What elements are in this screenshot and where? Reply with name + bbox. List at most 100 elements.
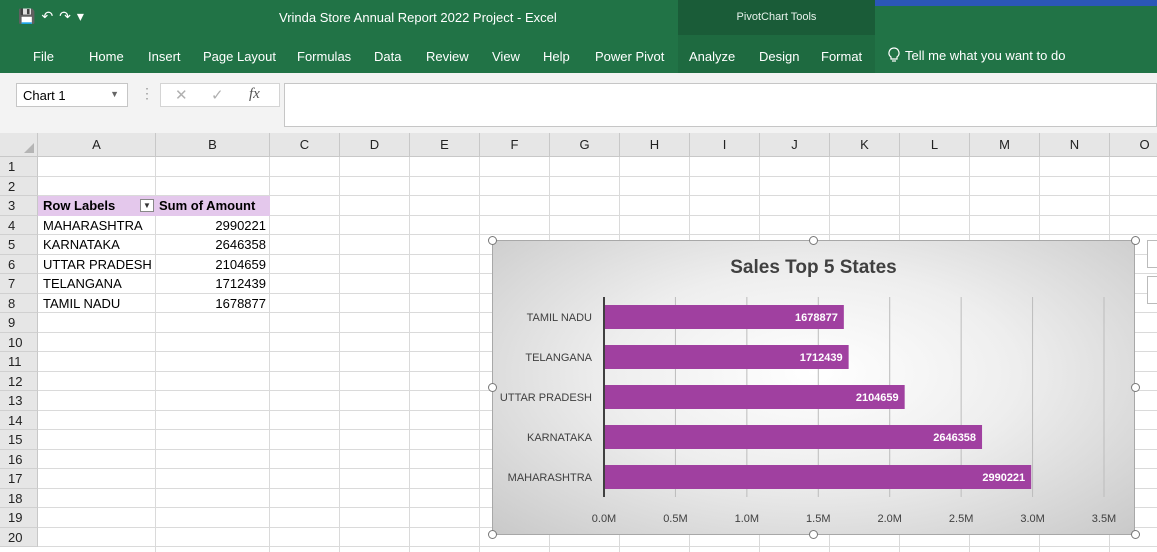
column-header-a[interactable]: A: [38, 133, 156, 157]
y-category-label: MAHARASHTRA: [508, 472, 593, 484]
ribbon-tabs: File Home Insert Page Layout Formulas Da…: [0, 35, 1157, 73]
resize-handle-top[interactable]: [809, 236, 818, 245]
lightbulb-icon: [888, 47, 900, 62]
tab-data[interactable]: Data: [374, 49, 401, 64]
customize-qat-icon[interactable]: ▾: [77, 8, 90, 24]
column-header-o[interactable]: O: [1110, 133, 1157, 157]
chevron-down-icon[interactable]: ▼: [110, 89, 119, 99]
enter-icon[interactable]: ✓: [211, 86, 224, 104]
resize-handle-bottom[interactable]: [809, 530, 818, 539]
pivot-sum-header[interactable]: Sum of Amount: [159, 196, 255, 215]
tell-me-box[interactable]: Tell me what you want to do: [888, 47, 1065, 63]
row-gridline: [38, 546, 1157, 547]
resize-handle-top-right[interactable]: [1131, 236, 1140, 245]
column-header-j[interactable]: J: [760, 133, 830, 157]
formula-input[interactable]: [284, 83, 1157, 127]
filter-icon[interactable]: ▼: [140, 199, 154, 212]
cancel-icon[interactable]: ✕: [175, 86, 188, 104]
tab-power-pivot[interactable]: Power Pivot: [595, 49, 664, 64]
resize-handle-bottom-left[interactable]: [488, 530, 497, 539]
row-header-4[interactable]: 4: [0, 215, 38, 235]
resize-handle-bottom-right[interactable]: [1131, 530, 1140, 539]
pivot-chart[interactable]: Sales Top 5 States 0.0M 0.5M 1.0M 1.5M 2.0M 2…: [492, 240, 1135, 535]
data-label: 1678877: [795, 312, 838, 324]
row-header-3[interactable]: 3: [0, 196, 38, 216]
resize-handle-right[interactable]: [1131, 383, 1140, 392]
tab-formulas[interactable]: Formulas: [297, 49, 351, 64]
row-header-20[interactable]: 20: [0, 527, 38, 547]
row-header-9[interactable]: 9: [0, 313, 38, 333]
x-tick-label: 0.5M: [663, 513, 687, 525]
name-box[interactable]: Chart 1 ▼: [16, 83, 128, 107]
pivot-row-value[interactable]: 1678877: [156, 294, 266, 313]
row-header-19[interactable]: 19: [0, 508, 38, 528]
chart-plot: 0.0M 0.5M 1.0M 1.5M 2.0M 2.5M 3.0M 3.5M 1678877 T…: [500, 297, 1116, 525]
row-header-2[interactable]: 2: [0, 176, 38, 196]
row-header-13[interactable]: 13: [0, 391, 38, 411]
row-header-16[interactable]: 16: [0, 449, 38, 469]
y-category-label: TAMIL NADU: [527, 312, 592, 324]
column-header-n[interactable]: N: [1040, 133, 1110, 157]
resize-handle-left[interactable]: [488, 383, 497, 392]
row-header-1[interactable]: 1: [0, 157, 38, 177]
column-gridline: [339, 157, 340, 552]
column-header-b[interactable]: B: [156, 133, 270, 157]
insert-function-icon[interactable]: fx: [249, 86, 260, 103]
pivot-row-value[interactable]: 1712439: [156, 274, 266, 293]
column-header-g[interactable]: G: [550, 133, 620, 157]
row-header-10[interactable]: 10: [0, 332, 38, 352]
pivot-row-value[interactable]: 2990221: [156, 216, 266, 235]
pivot-row-label[interactable]: MAHARASHTRA: [43, 216, 143, 235]
row-header-8[interactable]: 8: [0, 293, 38, 313]
column-header-e[interactable]: E: [410, 133, 480, 157]
data-label: 2646358: [933, 432, 976, 444]
save-icon[interactable]: 💾: [18, 8, 41, 24]
row-header-12[interactable]: 12: [0, 371, 38, 391]
tab-file[interactable]: File: [33, 49, 54, 64]
undo-icon[interactable]: ↶: [41, 8, 59, 24]
row-header-18[interactable]: 18: [0, 488, 38, 508]
resize-handle-top-left[interactable]: [488, 236, 497, 245]
tab-format[interactable]: Format: [821, 49, 862, 64]
data-label: 2104659: [856, 392, 899, 404]
tab-analyze[interactable]: Analyze: [689, 49, 735, 64]
tab-page-layout[interactable]: Page Layout: [203, 49, 276, 64]
pivot-row-label[interactable]: TAMIL NADU: [43, 294, 120, 313]
pivot-row-labels-header[interactable]: Row Labels: [43, 196, 115, 215]
column-header-d[interactable]: D: [340, 133, 410, 157]
row-header-14[interactable]: 14: [0, 410, 38, 430]
row-header-7[interactable]: 7: [0, 274, 38, 294]
row-header-17[interactable]: 17: [0, 469, 38, 489]
column-header-l[interactable]: L: [900, 133, 970, 157]
chart-elements-button[interactable]: [1147, 240, 1157, 268]
pivot-row-value[interactable]: 2104659: [156, 255, 266, 274]
column-header-h[interactable]: H: [620, 133, 690, 157]
redo-icon[interactable]: ↷: [59, 8, 77, 24]
column-header-k[interactable]: K: [830, 133, 900, 157]
tab-design[interactable]: Design: [759, 49, 799, 64]
column-header-i[interactable]: I: [690, 133, 760, 157]
pivot-row-value[interactable]: 2646358: [156, 235, 266, 254]
pivot-row-label[interactable]: KARNATAKA: [43, 235, 120, 254]
chart-styles-button[interactable]: [1147, 276, 1157, 304]
tab-review[interactable]: Review: [426, 49, 469, 64]
column-gridline: [269, 157, 270, 552]
quick-access-toolbar: 💾↶↷▾: [18, 8, 90, 25]
tab-insert[interactable]: Insert: [148, 49, 181, 64]
column-header-c[interactable]: C: [270, 133, 340, 157]
row-header-6[interactable]: 6: [0, 254, 38, 274]
y-category-label: UTTAR PRADESH: [500, 392, 592, 404]
row-header-5[interactable]: 5: [0, 235, 38, 255]
row-header-15[interactable]: 15: [0, 430, 38, 450]
tab-home[interactable]: Home: [89, 49, 124, 64]
row-header-11[interactable]: 11: [0, 352, 38, 372]
tab-view[interactable]: View: [492, 49, 520, 64]
pivot-row-label[interactable]: TELANGANA: [43, 274, 122, 293]
x-tick-label: 1.5M: [806, 513, 830, 525]
column-header-f[interactable]: F: [480, 133, 550, 157]
pivot-row-label[interactable]: UTTAR PRADESH: [43, 255, 152, 274]
column-header-m[interactable]: M: [970, 133, 1040, 157]
select-all-corner[interactable]: [0, 133, 38, 157]
data-label: 2990221: [982, 472, 1025, 484]
tab-help[interactable]: Help: [543, 49, 570, 64]
